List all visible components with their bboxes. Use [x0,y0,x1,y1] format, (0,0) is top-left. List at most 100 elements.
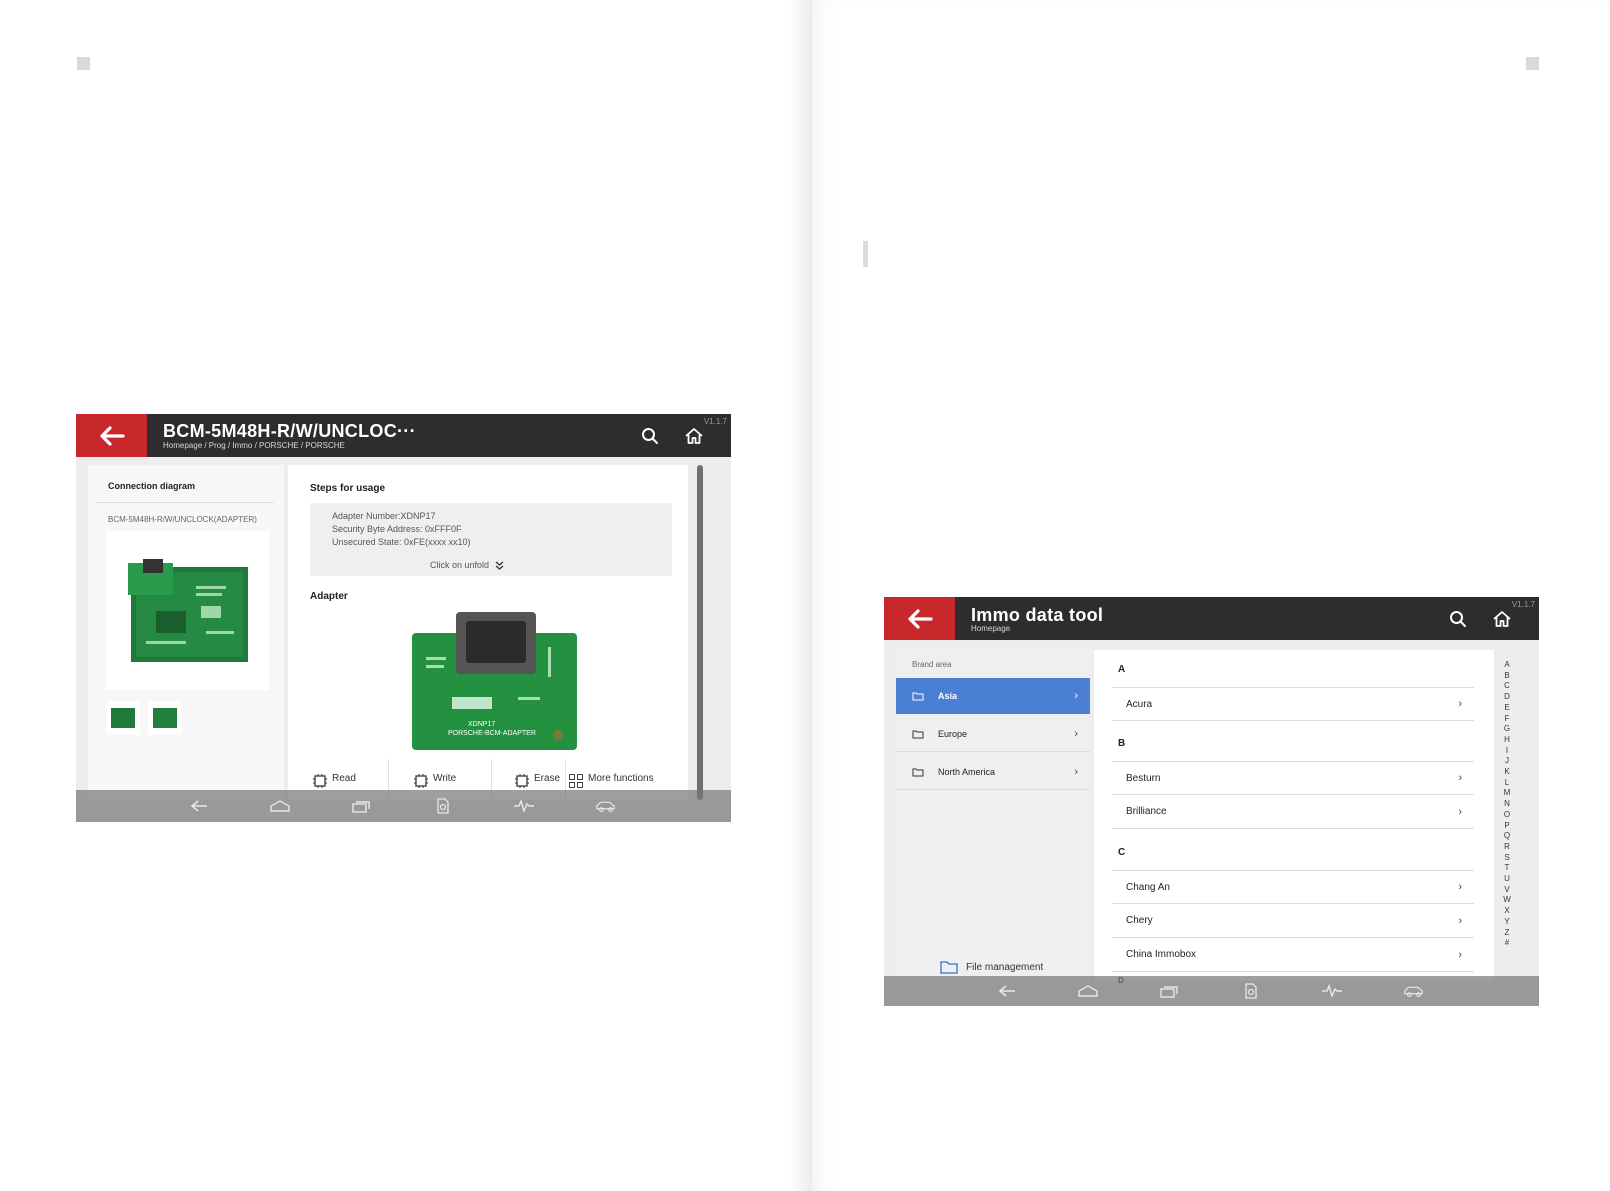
home-button[interactable] [683,425,705,447]
more-functions-label: More functions [588,773,654,784]
pulse-icon [514,799,534,813]
nav-document-button[interactable] [432,796,454,816]
thumbnail-2[interactable] [148,701,182,735]
alphabet-index-letter[interactable]: V [1501,885,1513,896]
home-icon [270,800,290,812]
file-management-label: File management [966,961,1044,973]
alphabet-index-letter[interactable]: Z [1501,928,1513,939]
document-search-icon [437,798,449,814]
chip-icon [313,774,327,788]
back-button[interactable] [76,414,147,457]
alphabet-index-letter[interactable]: B [1501,671,1513,682]
alphabet-index[interactable]: A B C D E F G H I J K L M N O P Q R S T U V W X Y Z # [1501,660,1513,949]
unfold-button[interactable]: Click on unfold [430,560,504,570]
version-label: V1.1.7 [1511,600,1535,609]
region-asia-label: Asia [938,691,958,701]
brand-china-immobox[interactable]: China Immobox › [1112,938,1474,972]
search-button[interactable] [639,425,661,447]
brand-chang-an[interactable]: Chang An › [1112,870,1474,904]
connection-panel: Connection diagram BCM-5M48H-R/W/UNCLOCK… [88,465,284,800]
brand-acura-label: Acura [1126,698,1153,710]
alphabet-index-letter[interactable]: X [1501,906,1513,917]
nav-back-button[interactable] [188,796,210,816]
recents-icon [352,801,370,813]
step-line-2: Security Byte Address: 0xFFF0F [332,524,462,534]
connection-title: Connection diagram [108,481,196,491]
nav-car-button[interactable] [1403,981,1425,1001]
write-label: Write [433,773,457,784]
region-europe-label: Europe [938,728,968,739]
home-button[interactable] [1491,608,1513,630]
chevron-right-icon: › [1074,765,1078,778]
adapter-title: Adapter [310,591,348,602]
file-management-button[interactable]: File management [940,960,1043,974]
chevron-right-icon: › [1074,727,1078,740]
nav-car-button[interactable] [595,796,617,816]
steps-title: Steps for usage [310,483,386,494]
brand-chery-label: Chery [1126,915,1153,926]
brand-brilliance[interactable]: Brilliance › [1112,795,1474,829]
corner-mark-left [77,57,90,70]
alphabet-index-letter[interactable]: C [1501,681,1513,692]
alphabet-index-letter[interactable]: A [1501,660,1513,671]
brand-list: A Acura › B Besturn › Brilliance › C Chang … [1094,650,1494,985]
scrollbar[interactable] [697,465,703,800]
region-north-america[interactable]: North America › [896,754,1090,790]
erase-label: Erase [534,773,561,784]
back-arrow-icon [907,608,933,629]
brand-besturn[interactable]: Besturn › [1112,761,1474,795]
alphabet-index-letter[interactable]: L [1501,778,1513,789]
alphabet-index-letter[interactable]: Y [1501,917,1513,928]
chevron-right-icon: › [1074,690,1078,702]
alphabet-index-letter[interactable]: J [1501,756,1513,767]
alphabet-index-letter[interactable]: O [1501,810,1513,821]
alphabet-index-letter[interactable]: S [1501,853,1513,864]
alphabet-index-letter[interactable]: R [1501,842,1513,853]
bcm-screenshot: BCM-5M48H-R/W/UNCLOC··· Homepage / Prog … [76,414,731,822]
connection-diagram-image[interactable] [106,531,269,690]
adapter-image[interactable]: XDNP17 PORSCHE-BCM-ADAPTER [408,607,578,752]
divider [96,502,274,503]
alphabet-index-letter[interactable]: U [1501,874,1513,885]
brand-brilliance-label: Brilliance [1126,806,1167,817]
alphabet-index-letter[interactable]: I [1501,746,1513,757]
alphabet-index-letter[interactable]: D [1501,692,1513,703]
alphabet-index-letter[interactable]: F [1501,714,1513,725]
nav-recents-button[interactable] [350,796,372,816]
back-button[interactable] [884,597,955,640]
alphabet-index-letter[interactable]: K [1501,767,1513,778]
nav-pulse-button[interactable] [513,796,535,816]
brand-area-sidebar: Brand area Asia › Europe › North America… [896,650,1090,981]
thumbnail-1[interactable] [106,701,140,735]
nav-back-button[interactable] [996,981,1018,1001]
region-asia[interactable]: Asia › [896,678,1090,714]
alphabet-index-letter[interactable]: P [1501,821,1513,832]
alphabet-index-letter[interactable]: # [1501,938,1513,949]
alphabet-index-letter[interactable]: W [1501,895,1513,906]
diagram-label: BCM-5M48H-R/W/UNCLOCK(ADAPTER) [108,515,257,524]
nav-home-button[interactable] [1077,981,1099,1001]
folder-icon [912,768,924,776]
nav-home-button[interactable] [269,796,291,816]
alphabet-index-letter[interactable]: H [1501,735,1513,746]
side-mark [863,241,868,267]
alphabet-index-letter[interactable]: G [1501,724,1513,735]
search-button[interactable] [1447,608,1469,630]
alphabet-index-letter[interactable]: N [1501,799,1513,810]
nav-pulse-button[interactable] [1321,981,1343,1001]
pulse-icon [1322,984,1342,998]
nav-recents-button[interactable] [1158,981,1180,1001]
top-bar: BCM-5M48H-R/W/UNCLOC··· Homepage / Prog … [76,414,731,457]
corner-mark-right [1526,57,1539,70]
brand-acura[interactable]: Acura › [1112,687,1474,721]
alphabet-index-letter[interactable]: M [1501,788,1513,799]
search-icon [1450,611,1466,627]
page-gutter [790,0,812,1191]
alphabet-index-letter[interactable]: Q [1501,831,1513,842]
region-europe[interactable]: Europe › [896,716,1090,752]
brand-chery[interactable]: Chery › [1112,904,1474,938]
nav-document-button[interactable] [1240,981,1262,1001]
alphabet-index-letter[interactable]: T [1501,863,1513,874]
adapter-label-2: PORSCHE-BCM-ADAPTER [448,730,536,737]
alphabet-index-letter[interactable]: E [1501,703,1513,714]
